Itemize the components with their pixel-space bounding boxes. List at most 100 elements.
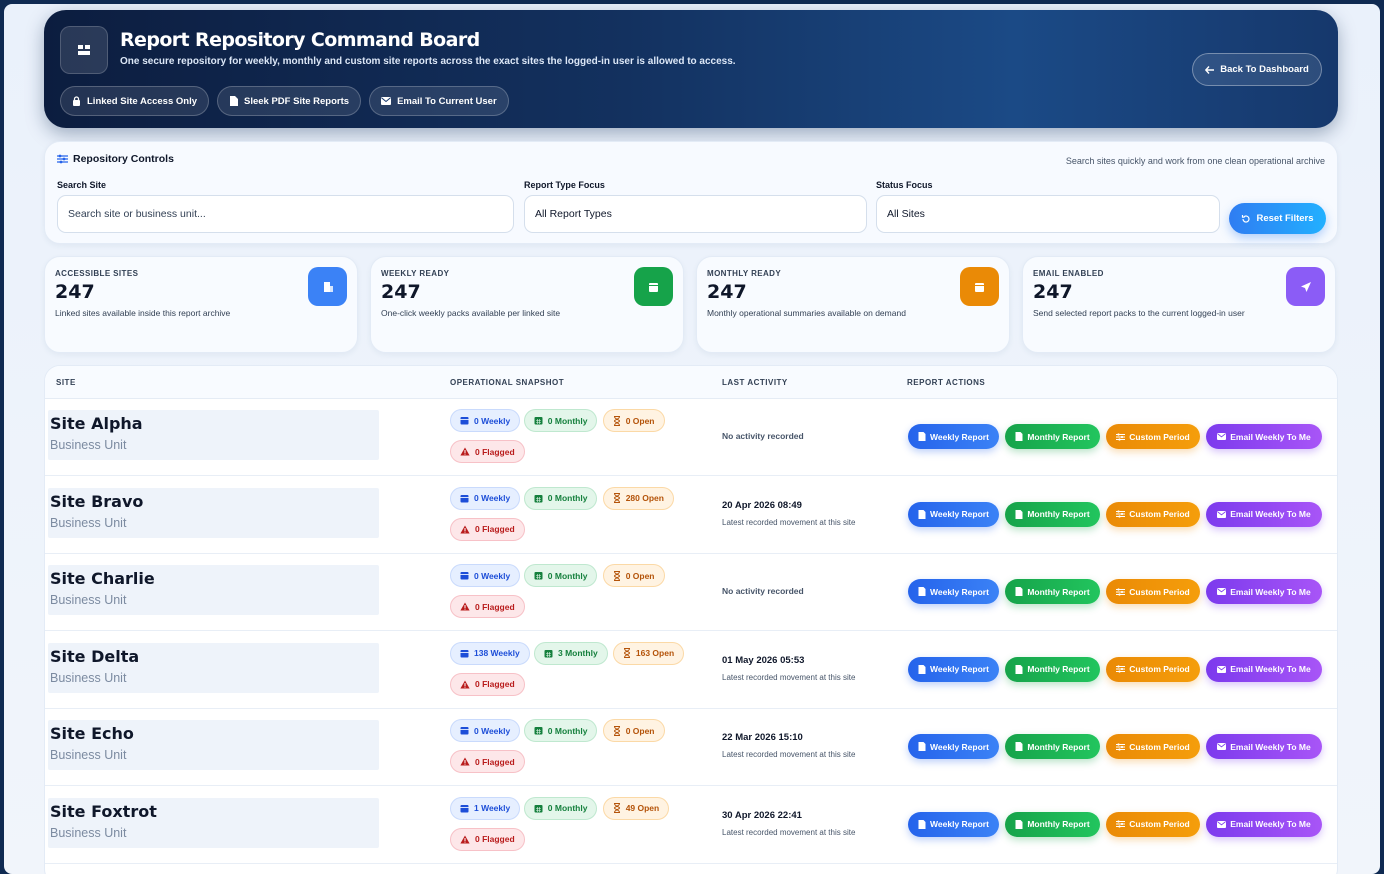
calendar-month-icon [534, 494, 543, 503]
email-weekly-button[interactable]: Email Weekly To Me [1206, 811, 1322, 837]
site-business-unit: Business Unit [50, 593, 127, 607]
stat-label: ACCESSIBLE SITES [55, 269, 139, 278]
monthly-report-button[interactable]: Monthly Report [1005, 656, 1100, 682]
action-label: Weekly Report [930, 741, 989, 752]
back-to-dashboard-button[interactable]: Back To Dashboard [1192, 53, 1322, 86]
action-label: Email Weekly To Me [1230, 431, 1311, 442]
envelope-icon [1217, 820, 1227, 828]
file-icon [918, 509, 926, 519]
table-row: Site Charlie Business Unit 0 Weekly 0 Month… [45, 554, 1337, 631]
last-activity-description: Latest recorded movement at this site [722, 672, 856, 682]
monthly-count-badge: 0 Monthly [523, 796, 598, 820]
badge-label: 0 Flagged [475, 446, 515, 457]
weekly-report-button[interactable]: Weekly Report [908, 579, 999, 604]
last-activity-date: 01 May 2026 05:53 [722, 654, 805, 666]
file-icon [1015, 664, 1023, 674]
monthly-report-button[interactable]: Monthly Report [1005, 579, 1100, 604]
custom-period-button[interactable]: Custom Period [1106, 656, 1200, 682]
badge-label: 1 Weekly [474, 803, 511, 813]
weekly-report-button[interactable]: Weekly Report [908, 734, 999, 759]
stat-value: 247 [381, 281, 421, 303]
monthly-report-button[interactable]: Monthly Report [1005, 424, 1100, 449]
custom-period-button[interactable]: Custom Period [1106, 424, 1200, 449]
badge-label: 0 Monthly [547, 415, 588, 426]
open-count-badge: 280 Open [602, 486, 674, 510]
stat-label: WEEKLY READY [381, 269, 450, 278]
controls-hint: Search sites quickly and work from one c… [1065, 156, 1325, 166]
weekly-report-button[interactable]: Weekly Report [908, 424, 999, 449]
building-icon [308, 267, 347, 306]
weekly-count-badge: 0 Weekly [450, 409, 521, 432]
site-name: Site Delta [50, 646, 140, 666]
warning-icon [460, 525, 470, 534]
action-label: Weekly Report [930, 431, 989, 442]
weekly-report-button[interactable]: Weekly Report [908, 811, 999, 837]
report-type-select[interactable]: All Report Types [524, 195, 867, 233]
repository-controls: Repository Controls Search sites quickly… [44, 141, 1338, 244]
site-name: Site Charlie [50, 569, 155, 588]
badge-label: 0 Weekly [474, 493, 511, 503]
email-weekly-button[interactable]: Email Weekly To Me [1206, 424, 1322, 449]
monthly-report-button[interactable]: Monthly Report [1005, 734, 1100, 759]
site-cell: Site Delta Business Unit [48, 642, 379, 693]
file-icon [1015, 819, 1023, 829]
status-focus-select[interactable]: All Sites [876, 195, 1220, 233]
site-name: Site Echo [50, 724, 134, 743]
calendar-month-icon [534, 804, 543, 813]
page-title: Report Repository Command Board [120, 29, 480, 51]
badge-label: 280 Open [625, 493, 664, 503]
no-activity-text: No activity recorded [722, 431, 804, 441]
email-weekly-button[interactable]: Email Weekly To Me [1206, 579, 1322, 604]
controls-title: Repository Controls [57, 153, 174, 165]
reset-filters-button[interactable]: Reset Filters [1229, 203, 1326, 234]
monthly-report-button[interactable]: Monthly Report [1005, 811, 1100, 837]
custom-period-button[interactable]: Custom Period [1106, 811, 1200, 837]
monthly-count-badge: 0 Monthly [523, 409, 598, 432]
stat-card-email-enabled: EMAIL ENABLED 247 Send selected report p… [1022, 256, 1336, 353]
badge-label: 0 Open [625, 725, 655, 736]
back-button-label: Back To Dashboard [1220, 64, 1309, 75]
action-label: Email Weekly To Me [1230, 586, 1311, 597]
envelope-icon [1217, 433, 1227, 440]
chip-email-user: Email To Current User [369, 86, 509, 116]
email-weekly-button[interactable]: Email Weekly To Me [1206, 656, 1322, 682]
site-cell: Site Foxtrot Business Unit [48, 797, 379, 848]
custom-period-button[interactable]: Custom Period [1106, 501, 1200, 527]
file-icon [1015, 509, 1023, 519]
weekly-count-badge: 1 Weekly [450, 796, 521, 820]
site-name: Site Foxtrot [50, 801, 157, 821]
email-weekly-button[interactable]: Email Weekly To Me [1206, 734, 1322, 759]
monthly-report-button[interactable]: Monthly Report [1005, 501, 1100, 527]
weekly-report-button[interactable]: Weekly Report [908, 656, 999, 682]
table-row: Site Echo Business Unit 0 Weekly 0 Monthly 0… [45, 709, 1337, 786]
open-count-badge: 0 Open [602, 564, 665, 587]
envelope-icon [1217, 743, 1227, 750]
site-business-unit: Business Unit [50, 515, 127, 530]
action-label: Email Weekly To Me [1230, 664, 1311, 674]
action-label: Custom Period [1129, 664, 1190, 674]
monthly-count-badge: 3 Monthly [534, 641, 608, 665]
badge-label: 163 Open [635, 648, 675, 658]
sliders-icon [1116, 510, 1126, 518]
action-label: Monthly Report [1027, 819, 1090, 829]
weekly-count-badge: 0 Weekly [450, 719, 521, 742]
lock-icon [72, 96, 81, 106]
warning-icon [460, 602, 470, 611]
badge-label: 3 Monthly [558, 648, 598, 658]
calendar-month-icon [960, 267, 999, 306]
calendar-month-icon [534, 416, 543, 425]
custom-period-button[interactable]: Custom Period [1106, 734, 1200, 759]
calendar-week-icon [460, 571, 469, 580]
weekly-report-button[interactable]: Weekly Report [908, 501, 999, 527]
badge-label: 0 Monthly [547, 725, 588, 736]
envelope-icon [381, 97, 392, 105]
site-cell: Site Echo Business Unit [48, 720, 379, 770]
chip-label: Linked Site Access Only [87, 95, 197, 107]
custom-period-button[interactable]: Custom Period [1106, 579, 1200, 604]
table-row: Site Bravo Business Unit 0 Weekly 0 Monthly… [45, 477, 1337, 554]
open-count-badge: 0 Open [602, 719, 665, 742]
controls-title-label: Repository Controls [73, 153, 174, 165]
search-site-input[interactable]: Search site or business unit... [57, 195, 514, 233]
sliders-icon [1116, 432, 1126, 441]
email-weekly-button[interactable]: Email Weekly To Me [1206, 501, 1322, 527]
